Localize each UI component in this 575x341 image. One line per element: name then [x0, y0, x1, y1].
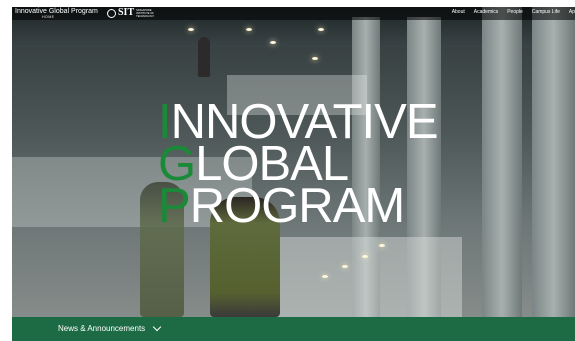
nav-item-campus-life[interactable]: Campus Life [532, 9, 560, 15]
news-bar[interactable]: News & Announcements [12, 317, 575, 341]
sit-seal-icon [107, 8, 116, 18]
nav-item-about[interactable]: About [452, 9, 465, 15]
ceiling-light [270, 41, 276, 44]
hero-image: Innovative Global Program HOME SIT SINGA… [12, 7, 575, 317]
ceiling-light [322, 275, 328, 278]
column [532, 7, 575, 317]
ceiling-light [246, 28, 252, 31]
floor [262, 237, 462, 317]
headline-line-program: PROGRAM [158, 182, 405, 231]
headline-initial-p: P [158, 179, 191, 233]
ceiling-light [318, 28, 324, 31]
top-navigation-bar: Innovative Global Program HOME SIT SINGA… [12, 7, 575, 20]
chevron-down-icon[interactable] [152, 322, 162, 332]
ceiling-light [379, 244, 385, 247]
program-title-link[interactable]: Innovative Global Program [15, 8, 98, 15]
sit-logo-subtitle: SINGAPORE INSTITUTE OF TECHNOLOGY [136, 8, 155, 18]
home-link[interactable]: HOME [42, 15, 54, 19]
ceiling-light [342, 265, 348, 268]
sit-logo[interactable]: SIT SINGAPORE INSTITUTE OF TECHNOLOGY [107, 7, 158, 19]
main-nav: About Academics People Campus Life Ap [443, 9, 575, 15]
nav-item-people[interactable]: People [507, 9, 523, 15]
nav-item-academics[interactable]: Academics [474, 9, 498, 15]
ceiling-light [362, 255, 368, 258]
ceiling-light [312, 57, 318, 60]
sit-logo-text: SIT [118, 7, 135, 18]
hero-headline: INNOVATIVE GLOBAL PROGRAM [158, 98, 458, 231]
ceiling-light [188, 28, 194, 31]
nav-item-truncated[interactable]: Ap [569, 9, 575, 15]
person-upstairs [198, 37, 210, 77]
page-frame: Innovative Global Program HOME SIT SINGA… [12, 7, 575, 341]
news-announcements-link[interactable]: News & Announcements [58, 324, 145, 333]
column [482, 7, 522, 317]
headline-rest-program: ROGRAM [189, 179, 405, 233]
